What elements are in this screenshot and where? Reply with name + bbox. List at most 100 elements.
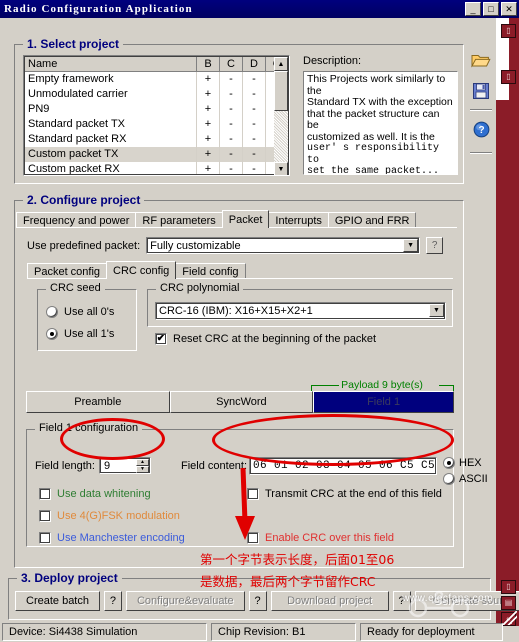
- create-batch-button[interactable]: Create batch: [15, 591, 100, 611]
- rail-button-2[interactable]: ▤: [501, 596, 516, 610]
- field-length-spin-buttons[interactable]: ▲ ▼: [136, 459, 149, 473]
- project-list[interactable]: Name B C D G Empty framework+--+Unmodula…: [23, 55, 290, 176]
- tab-frequency-and-power[interactable]: Frequency and power: [16, 212, 137, 228]
- svg-text:?: ?: [478, 125, 484, 136]
- help-button[interactable]: ?: [468, 114, 494, 144]
- create-batch-help-button[interactable]: ?: [103, 591, 122, 611]
- enable-crc-checkbox[interactable]: [247, 532, 259, 544]
- close-button[interactable]: ✕: [501, 2, 517, 16]
- 4gfsk-modulation-checkbox[interactable]: [39, 510, 51, 522]
- description-box: This Projects work similarly to the Stan…: [303, 71, 458, 175]
- transmit-crc-checkbox[interactable]: [247, 488, 259, 500]
- cell-b: +: [196, 71, 220, 87]
- rail-button-1[interactable]: ▯: [501, 580, 516, 594]
- data-whitening-label: Use data whitening: [57, 488, 151, 500]
- subtab-packet-config[interactable]: Packet config: [27, 263, 108, 279]
- maximize-button[interactable]: □: [483, 2, 499, 16]
- format-hex-label: HEX: [459, 457, 482, 469]
- packet-segment-syncword[interactable]: SyncWord: [169, 391, 314, 413]
- table-row[interactable]: Custom packet TX+--+: [24, 146, 289, 162]
- scroll-down-icon[interactable]: ▼: [274, 162, 288, 175]
- scroll-track[interactable]: [274, 111, 288, 162]
- crc-polynomial-chevron-down-icon[interactable]: ▼: [429, 304, 444, 317]
- spin-up-icon[interactable]: ▲: [136, 459, 149, 466]
- resize-grip[interactable]: [503, 611, 517, 625]
- radio-ones-icon[interactable]: [46, 328, 58, 340]
- tab-packet[interactable]: Packet: [221, 210, 270, 228]
- col-d[interactable]: D: [242, 56, 266, 72]
- table-row[interactable]: Standard packet RX+--+: [24, 131, 289, 147]
- crc-seed-zeros-option[interactable]: Use all 0's: [46, 306, 114, 318]
- cell-d: -: [242, 71, 266, 87]
- col-name[interactable]: Name: [24, 56, 197, 72]
- cell-name: Custom packet RX: [24, 161, 197, 175]
- minimize-button[interactable]: _: [465, 2, 481, 16]
- option-4gfsk-modulation[interactable]: Use 4(G)FSK modulation: [39, 510, 180, 522]
- help-icon: ?: [473, 121, 489, 137]
- save-project-button[interactable]: [468, 76, 494, 106]
- data-whitening-checkbox[interactable]: [39, 488, 51, 500]
- rail-panel-icon[interactable]: ▯: [501, 70, 516, 84]
- option-data-whitening[interactable]: Use data whitening: [39, 488, 151, 500]
- cell-name: Empty framework: [24, 71, 197, 87]
- cell-c: -: [219, 116, 243, 132]
- table-row[interactable]: Empty framework+--+: [24, 71, 289, 87]
- packet-segment-field1[interactable]: Field 1: [313, 391, 454, 413]
- radio-ascii-icon[interactable]: [443, 473, 455, 485]
- field-content-label: Field content:: [181, 460, 248, 472]
- download-project-button[interactable]: Download project: [270, 591, 389, 611]
- project-list-scrollbar[interactable]: ▲ ▼: [274, 57, 288, 175]
- cell-b: +: [196, 131, 220, 147]
- reset-crc-checkbox[interactable]: ✔: [155, 333, 167, 345]
- reset-crc-option[interactable]: ✔ Reset CRC at the beginning of the pack…: [155, 333, 376, 345]
- radio-zeros-icon[interactable]: [46, 306, 58, 318]
- crc-polynomial-select[interactable]: CRC-16 (IBM): X16+X15+X2+1 ▼: [155, 302, 446, 320]
- open-project-button[interactable]: [468, 46, 494, 76]
- configure-evaluate-button[interactable]: Configure&evaluate: [125, 591, 245, 611]
- cell-d: -: [242, 116, 266, 132]
- tab-rf-parameters[interactable]: RF parameters: [135, 212, 223, 228]
- table-row[interactable]: Unmodulated carrier+--+: [24, 86, 289, 102]
- table-row[interactable]: Standard packet TX+--+: [24, 116, 289, 132]
- format-hex-option[interactable]: HEX: [443, 457, 482, 469]
- radio-hex-icon[interactable]: [443, 457, 455, 469]
- scroll-thumb[interactable]: [274, 71, 288, 111]
- spin-down-icon[interactable]: ▼: [136, 466, 149, 473]
- crc-seed-ones-option[interactable]: Use all 1's: [46, 328, 114, 340]
- toolbar-divider-1b: [470, 110, 492, 111]
- predefined-packet-select[interactable]: Fully customizable ▼: [146, 237, 421, 254]
- application-body: ▯ ▯ 1. Select project Name B C D G Empty…: [0, 18, 519, 641]
- configure-project-group: 2. Configure project Frequency and power…: [14, 193, 488, 568]
- subtab-crc-config[interactable]: CRC config: [106, 261, 177, 279]
- select-project-group: 1. Select project Name B C D G Empty fra…: [14, 37, 464, 184]
- annotation-note-line1: 第一个字节表示长度，后面01至06: [200, 552, 395, 567]
- packet-tabs: Frequency and power RF parameters Packet In…: [16, 210, 417, 228]
- cell-d: -: [242, 131, 266, 147]
- field-length-stepper[interactable]: 9 ▲ ▼: [99, 457, 151, 474]
- option-enable-crc[interactable]: Enable CRC over this field: [247, 532, 394, 544]
- manchester-encoding-checkbox[interactable]: [39, 532, 51, 544]
- packet-segment-preamble[interactable]: Preamble: [26, 391, 170, 413]
- scroll-up-icon[interactable]: ▲: [274, 57, 288, 71]
- option-transmit-crc[interactable]: Transmit CRC at the end of this field: [247, 488, 442, 500]
- option-manchester-encoding[interactable]: Use Manchester encoding: [39, 532, 185, 544]
- field-content-input[interactable]: 06 01 02 03 04 05 06 C5 C5: [249, 457, 437, 475]
- rail-restore-icon[interactable]: ▯: [501, 24, 516, 38]
- tab-interrupts[interactable]: Interrupts: [268, 212, 329, 228]
- table-row[interactable]: Custom packet RX+--+: [24, 161, 289, 175]
- tab-gpio-and-frr[interactable]: GPIO and FRR: [327, 212, 417, 228]
- chevron-down-icon[interactable]: ▼: [403, 239, 419, 252]
- format-ascii-label: ASCII: [459, 473, 488, 485]
- right-rail: [496, 18, 519, 626]
- cell-b: +: [196, 161, 220, 175]
- payload-bracket-left: [311, 385, 339, 386]
- format-ascii-option[interactable]: ASCII: [443, 473, 488, 485]
- col-c[interactable]: C: [219, 56, 243, 72]
- predefined-packet-help-button[interactable]: ?: [426, 237, 444, 254]
- table-row[interactable]: PN9+--+: [24, 101, 289, 117]
- subtab-field-config[interactable]: Field config: [175, 263, 246, 279]
- col-b[interactable]: B: [196, 56, 220, 72]
- configure-evaluate-help-button[interactable]: ?: [248, 591, 267, 611]
- description-label: Description:: [303, 55, 362, 67]
- cell-name: Custom packet TX: [24, 146, 197, 162]
